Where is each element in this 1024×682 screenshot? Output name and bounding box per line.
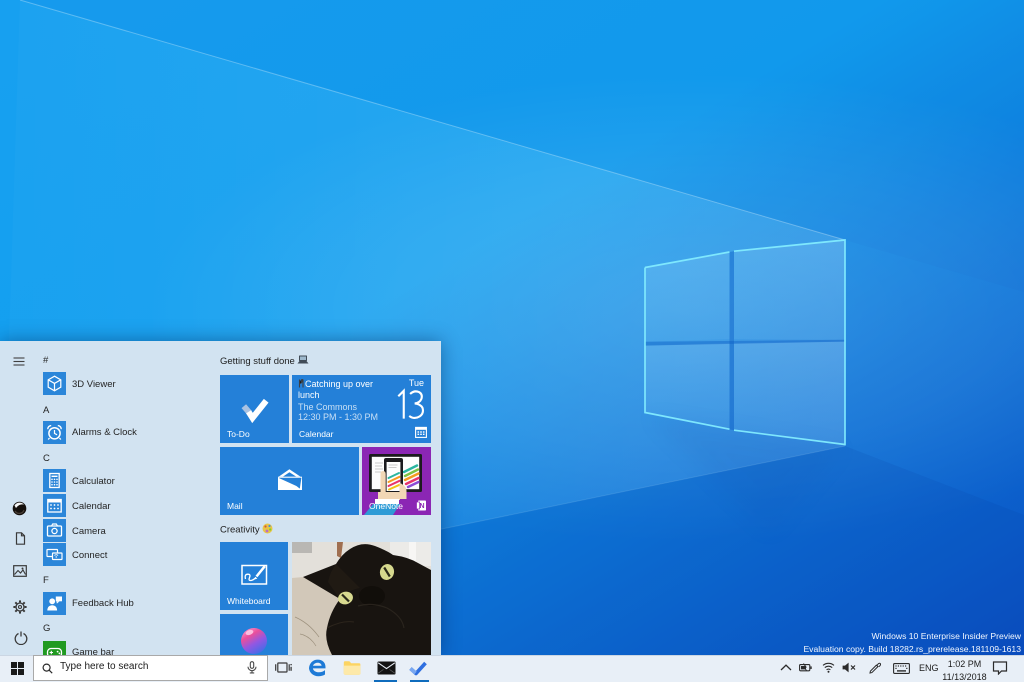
svg-text:N: N xyxy=(419,503,424,510)
